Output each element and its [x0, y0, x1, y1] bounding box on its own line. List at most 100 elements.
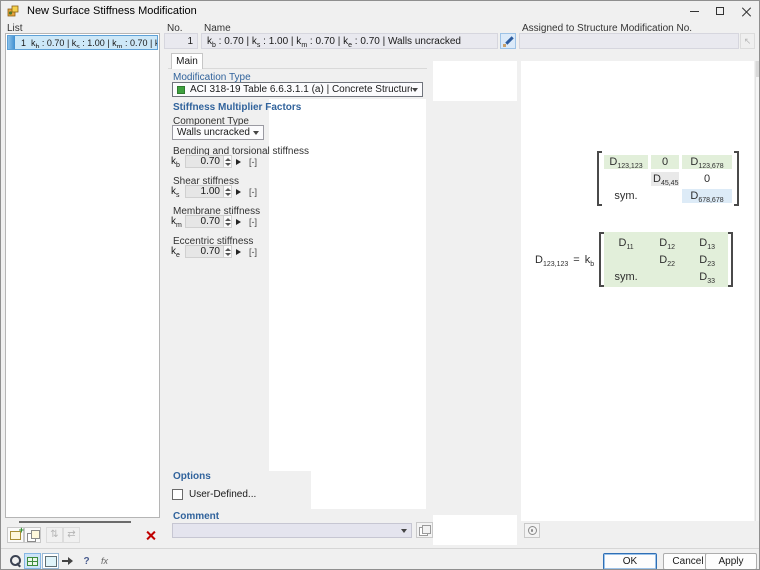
empty-panel-bottom [433, 515, 517, 545]
pick-assigned-icon: ↖ [743, 35, 752, 46]
units-settings-button[interactable] [524, 523, 540, 538]
expand-values-button[interactable] [236, 186, 245, 197]
ok-button[interactable]: OK [603, 553, 657, 569]
no-field[interactable]: 1 [164, 33, 198, 49]
matrix-cell: D678,678 [682, 188, 732, 204]
spinner[interactable] [223, 186, 231, 197]
list-item-number: 1 [21, 37, 27, 48]
renumber-icon: ⇅ [50, 529, 59, 540]
spinner[interactable] [223, 246, 231, 257]
dialog-window: New Surface Stiffness Modification List … [0, 0, 760, 570]
equals-sign: = [573, 253, 580, 266]
factor-symbol: ks [171, 186, 180, 199]
triangle-right-icon [236, 218, 241, 225]
spinner[interactable] [223, 216, 231, 227]
bending-stiffness-input[interactable]: 0.70 [185, 155, 232, 168]
user-defined-label[interactable]: User-Defined... [189, 489, 256, 500]
footer-bar: ? fx OK Cancel Apply [1, 548, 759, 569]
titlebar: New Surface Stiffness Modification [1, 1, 759, 21]
equation-coefficient: kb [584, 253, 595, 268]
apply-label: Apply [718, 556, 744, 567]
factor-value: 0.70 [200, 216, 220, 227]
apply-button[interactable]: Apply [705, 553, 757, 569]
maximize-button[interactable] [707, 1, 733, 21]
comment-input[interactable] [172, 523, 412, 538]
matrix-cell: D22 [659, 253, 675, 268]
table-view-icon [27, 556, 38, 566]
assigned-field[interactable] [519, 33, 739, 49]
chevron-down-icon [401, 528, 407, 533]
color-swatch-button[interactable] [42, 553, 59, 569]
help-button[interactable]: ? [78, 553, 95, 569]
delete-item-button[interactable] [142, 527, 159, 543]
unit-label: [-] [249, 186, 257, 197]
matrix-cell: D23 [699, 253, 715, 268]
sort-button[interactable]: ⇄ [63, 527, 80, 543]
maximize-icon [716, 7, 724, 15]
expand-values-button[interactable] [236, 156, 245, 167]
membrane-stiffness-row: km 0.70 [-] [171, 215, 257, 229]
modification-type-value: ACI 318-19 Table 6.6.3.1.1 (a) | Concret… [190, 84, 412, 95]
comment-presets-icon [419, 525, 431, 536]
color-swatch-icon [44, 555, 57, 567]
user-defined-checkbox[interactable] [172, 489, 183, 500]
help-icon: ? [83, 555, 90, 567]
minimize-button[interactable] [681, 1, 707, 21]
assign-to-icon [62, 556, 75, 566]
copy-item-icon [26, 529, 40, 542]
triangle-right-icon [236, 188, 241, 195]
function-button[interactable]: fx [96, 553, 113, 569]
modification-type-select[interactable]: ACI 318-19 Table 6.6.3.1.1 (a) | Concret… [172, 82, 423, 97]
shear-stiffness-input[interactable]: 1.00 [185, 185, 232, 198]
component-type-value: Walls uncracked [177, 127, 250, 138]
spinner[interactable] [223, 156, 231, 167]
spin-up-icon [224, 247, 231, 251]
tab-main[interactable]: Main [171, 53, 203, 69]
component-type-select[interactable]: Walls uncracked [172, 125, 264, 140]
name-field[interactable]: kb : 0.70 | ks : 1.00 | km : 0.70 | ke :… [201, 33, 498, 49]
units-settings-icon [527, 526, 537, 535]
scrollbar[interactable] [755, 61, 759, 521]
pointer-mode-button[interactable] [6, 553, 23, 569]
close-button[interactable] [733, 1, 759, 21]
edit-name-button[interactable] [500, 33, 516, 49]
tab-strip-line [168, 68, 427, 69]
shear-stiffness-row: ks 1.00 [-] [171, 185, 257, 199]
factor-symbol: kb [171, 156, 180, 169]
edit-name-icon [502, 36, 514, 47]
assign-to-button[interactable] [60, 553, 77, 569]
spin-down-icon [224, 162, 231, 166]
factor-value: 0.70 [200, 246, 220, 257]
empty-panel-options-right [311, 469, 426, 509]
pick-assigned-button[interactable]: ↖ [740, 33, 755, 49]
matrix-cell [646, 276, 688, 278]
scrollbar-thumb[interactable] [756, 61, 759, 77]
new-item-button[interactable] [7, 525, 24, 543]
membrane-stiffness-input[interactable]: 0.70 [185, 215, 232, 228]
matrix-equation: D123,123 = kb D11 D12 D13 D22 D23 sym. D33 [535, 232, 734, 287]
list-splitter[interactable] [19, 521, 131, 523]
no-value: 1 [187, 35, 193, 47]
expand-values-button[interactable] [236, 216, 245, 227]
eccentric-stiffness-input[interactable]: 0.70 [185, 245, 232, 258]
comment-presets-button[interactable] [416, 522, 433, 538]
eccentric-stiffness-row: ke 0.70 [-] [171, 245, 257, 259]
list-item[interactable]: 1 kb : 0.70 | ks : 1.00 | km : 0.70 | ke… [7, 35, 158, 50]
matrix-cell [651, 195, 679, 197]
expand-values-button[interactable] [236, 246, 245, 257]
triangle-right-icon [236, 158, 241, 165]
selection-marker [8, 36, 15, 49]
list-box: 1 kb : 0.70 | ks : 1.00 | km : 0.70 | ke… [5, 33, 160, 518]
stiffness-matrix-grid: D123,123 0 D123,678 D45,45 0 sym. D678,678 [602, 151, 734, 206]
copy-item-button[interactable] [24, 527, 41, 543]
renumber-button[interactable]: ⇅ [46, 527, 63, 543]
matrix-cell: D12 [659, 236, 675, 251]
factor-symbol: km [171, 216, 182, 229]
table-view-button[interactable] [24, 553, 41, 569]
window-title: New Surface Stiffness Modification [27, 5, 197, 17]
chevron-down-icon [253, 130, 259, 135]
matrix-cell: 0 [651, 154, 679, 169]
triangle-right-icon [236, 248, 241, 255]
spin-down-icon [224, 222, 231, 226]
app-icon [7, 5, 19, 17]
